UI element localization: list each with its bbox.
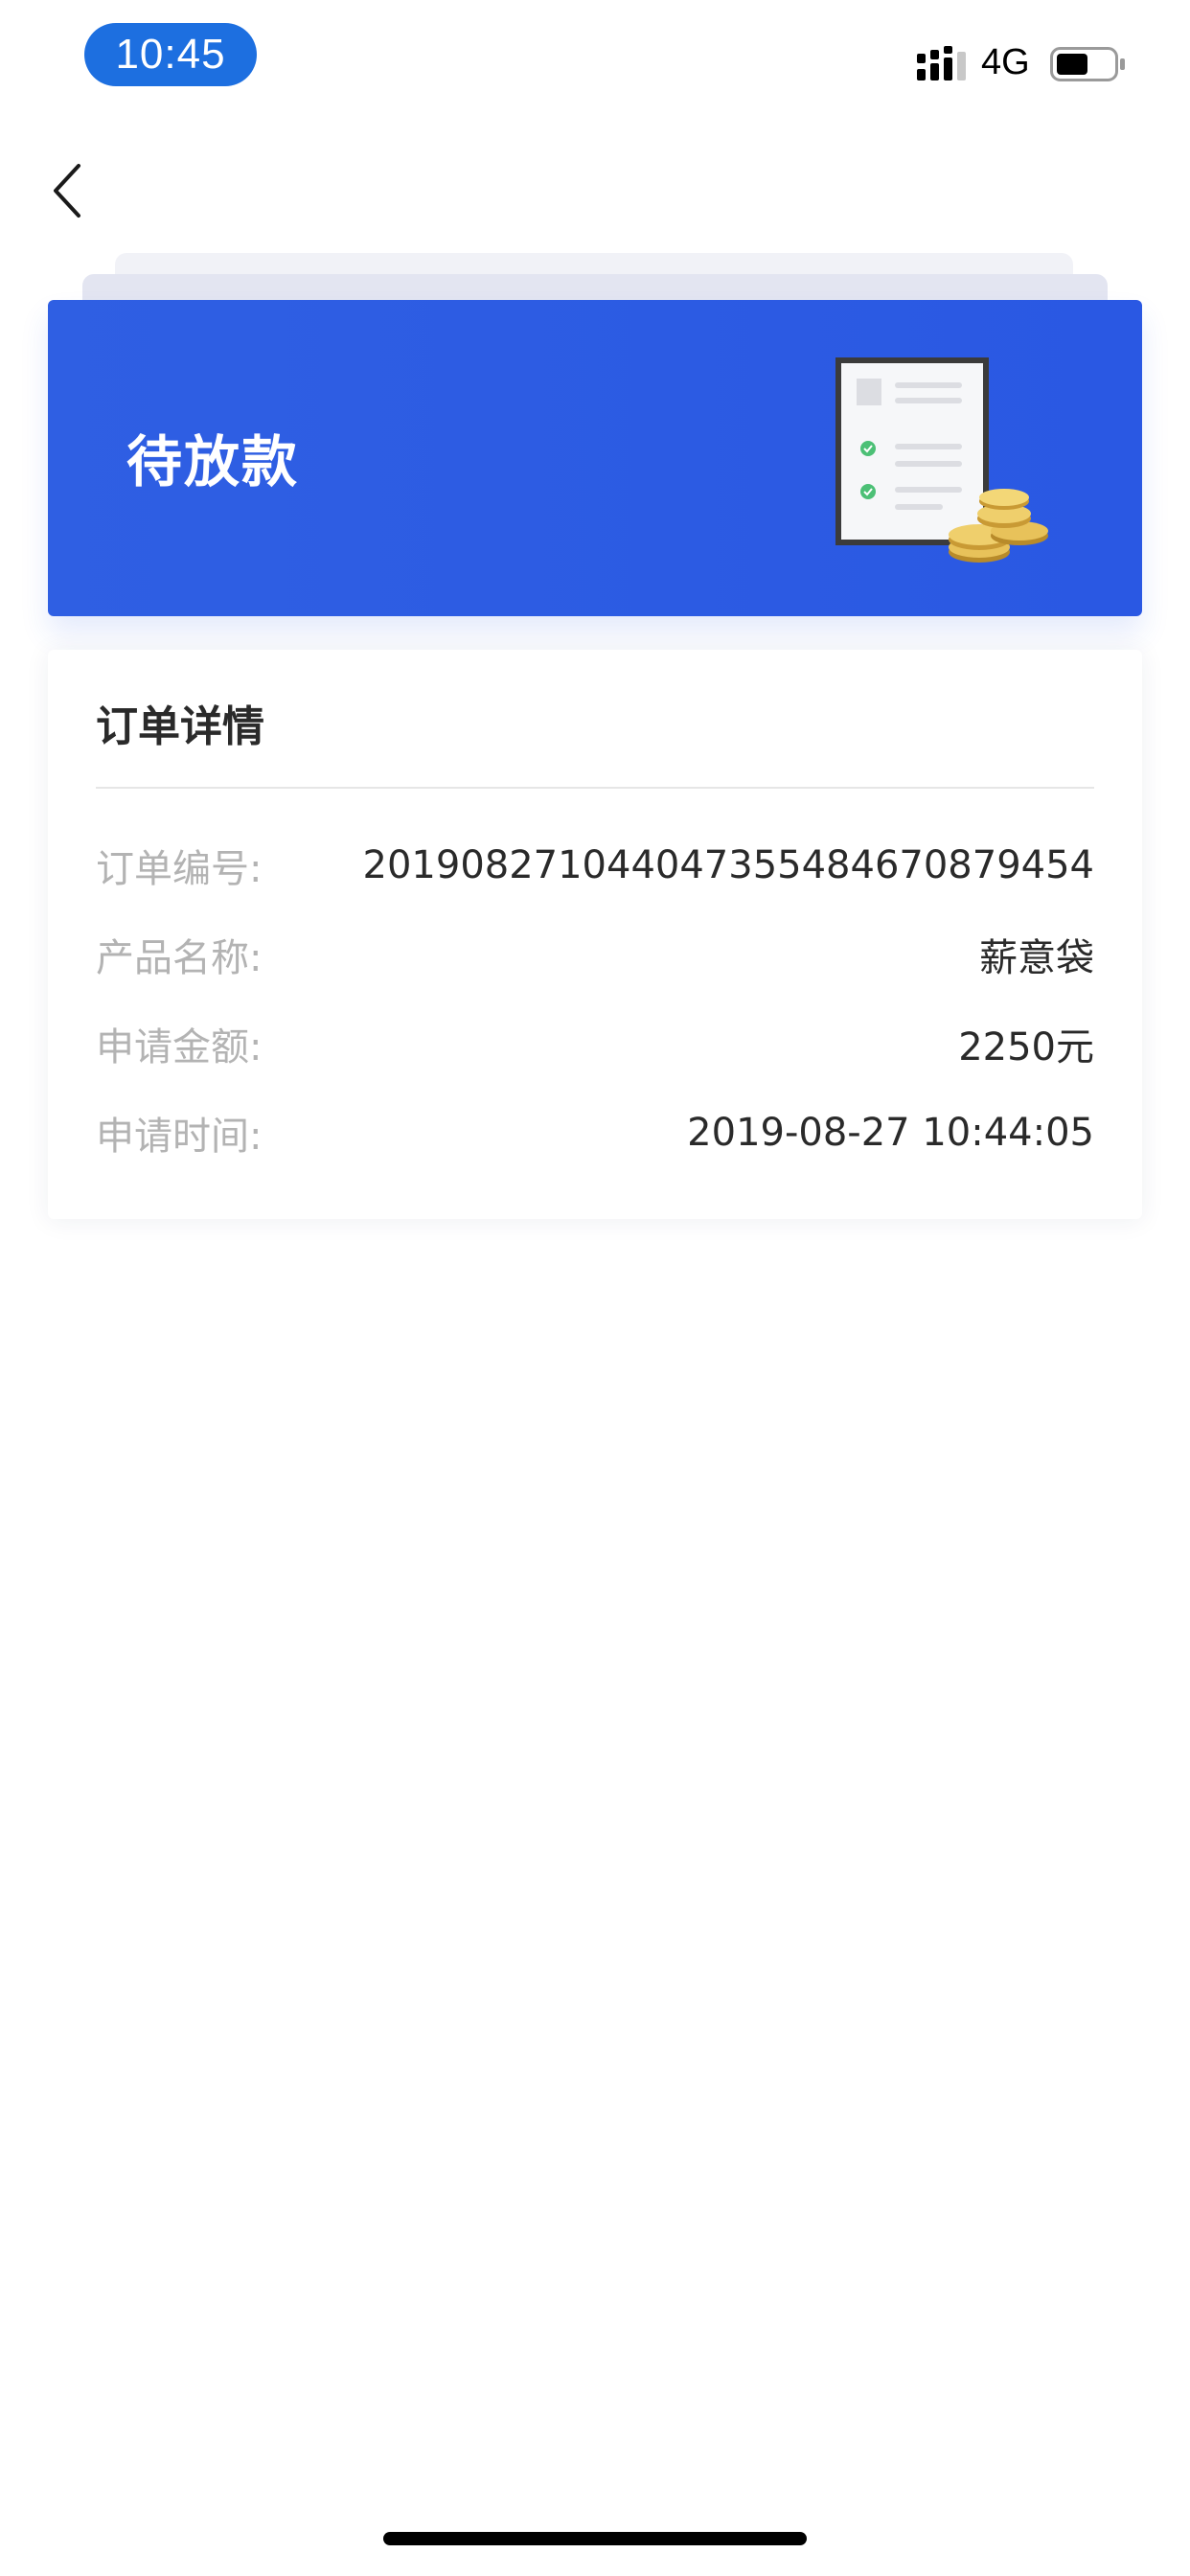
- detail-value: 2019-08-27 10:44:05: [687, 1111, 1094, 1155]
- back-button[interactable]: [38, 157, 96, 224]
- detail-label: 产品名称:: [96, 936, 263, 980]
- detail-label: 申请时间:: [96, 1115, 263, 1159]
- order-details-card: 订单详情 订单编号: 20190827104404735548467087945…: [48, 650, 1142, 1219]
- detail-label: 申请金额:: [96, 1025, 263, 1070]
- detail-row-amount: 申请金额: 2250元: [96, 1015, 1094, 1072]
- status-banner: 待放款: [48, 300, 1142, 616]
- status-bar: 10:45 4G: [0, 0, 1190, 125]
- battery-icon: [1050, 47, 1125, 81]
- home-indicator[interactable]: [383, 2532, 807, 2545]
- signal-icon: [917, 46, 966, 80]
- status-time: 10:45: [84, 23, 257, 86]
- detail-row-product-name: 产品名称: 薪意袋: [96, 926, 1094, 983]
- detail-row-order-number: 订单编号: 20190827104404735548467087945​4: [96, 837, 1094, 894]
- detail-row-apply-time: 申请时间: 2019-08-27 10:44:05: [96, 1104, 1094, 1162]
- detail-label: 订单编号:: [96, 847, 263, 891]
- detail-value: 薪意袋: [979, 936, 1094, 980]
- network-type: 4G: [981, 42, 1030, 82]
- divider: [96, 787, 1094, 789]
- status-title: 待放款: [126, 429, 300, 494]
- order-details-title: 订单详情: [96, 702, 264, 751]
- chevron-left-icon: [54, 164, 80, 218]
- detail-value: 2250元: [958, 1025, 1094, 1070]
- order-status-page: 10:45 4G 待放款 订单详情 订单编号: 2019082710440473…: [0, 0, 1190, 2576]
- detail-value: 20190827104404735548467087945​4: [362, 843, 1094, 887]
- document-with-coins-icon: [835, 357, 1048, 563]
